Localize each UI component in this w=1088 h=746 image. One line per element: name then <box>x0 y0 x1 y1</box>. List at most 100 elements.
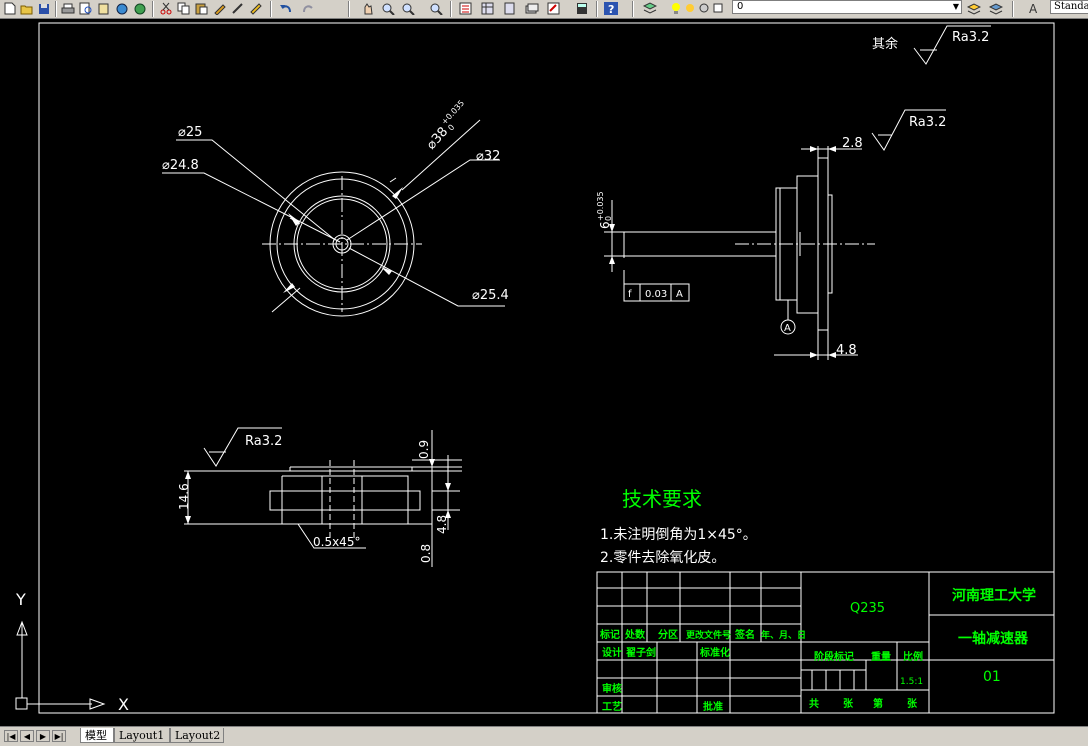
paste-icon[interactable] <box>194 1 210 16</box>
hdr-date: 年、月、日 <box>761 629 806 641</box>
tab-layout2-label: Layout2 <box>175 729 221 742</box>
hdr-zone: 分区 <box>658 628 678 641</box>
tech-requirements-title: 技术要求 <box>622 487 702 511</box>
fcf-value: 0.03 <box>645 289 667 300</box>
next-tab-icon[interactable]: ▶ <box>36 730 50 742</box>
publish-icon[interactable] <box>96 1 112 16</box>
design-label: 设计 <box>602 646 622 659</box>
approve-label: 批准 <box>703 700 723 713</box>
hdr-sign: 签名 <box>734 628 755 641</box>
pan-icon[interactable] <box>360 1 376 16</box>
dim-d38: ⌀38 <box>424 125 451 153</box>
svg-text:?: ? <box>608 3 614 15</box>
dim-2-8: 2.8 <box>842 136 863 151</box>
sheets-total-label: 共 <box>809 697 819 710</box>
last-tab-icon[interactable]: ▶| <box>52 730 66 742</box>
title-university: 河南理工大学 <box>952 587 1036 604</box>
calculator-icon[interactable] <box>574 1 590 16</box>
dim-4-8-section: 4.8 <box>435 515 449 534</box>
standard-toolbar: ? 0 ▼ A Standard <box>0 0 1088 19</box>
save-icon[interactable] <box>36 1 52 16</box>
block-editor-icon[interactable] <box>230 1 246 16</box>
roughness-note-value: Ra3.2 <box>952 30 989 45</box>
dim-d6-tol-lower: 0 <box>604 216 613 221</box>
match-properties-icon[interactable] <box>212 1 228 16</box>
sheets-unit-label: 张 <box>843 697 854 710</box>
model-space-canvas[interactable]: 其余 Ra3.2 ⌀25 ⌀24.8 ⌀32 ⌀25.4 ⌀38 +0.035 … <box>0 19 1088 726</box>
new-icon[interactable] <box>2 1 18 16</box>
dim-d25: ⌀25 <box>178 125 202 140</box>
dim-d38-tol-upper: +0.035 <box>440 99 467 127</box>
text-style-icon[interactable]: A <box>1026 1 1042 16</box>
ucs-icon <box>15 620 106 710</box>
sheet-no-label: 第 <box>873 697 883 710</box>
layer-dropdown[interactable]: 0 ▼ <box>732 0 962 14</box>
layer-previous-icon[interactable] <box>966 1 982 16</box>
svg-text:A: A <box>1029 2 1038 15</box>
chamfer-dim: 0.5x45° <box>313 535 360 549</box>
markup-icon[interactable] <box>546 1 562 16</box>
section-roughness: Ra3.2 <box>245 434 282 449</box>
dim-d6: 6 <box>598 221 612 229</box>
dim-d24-8: ⌀24.8 <box>162 158 199 173</box>
review-label: 审核 <box>602 682 622 695</box>
layer-manager-icon[interactable] <box>642 1 658 16</box>
tab-layout2[interactable]: Layout2 <box>170 728 224 743</box>
block-editor-icon[interactable] <box>248 1 264 16</box>
help-icon[interactable]: ? <box>603 1 619 16</box>
zoom-previous-icon[interactable] <box>428 1 444 16</box>
sheet-set-icon[interactable] <box>524 1 540 16</box>
process-label: 工艺 <box>602 700 622 713</box>
dim-14-6: 14.6 <box>177 483 191 510</box>
dim-d38-tol-lower: 0 <box>446 123 456 133</box>
layer-states-icon[interactable] <box>988 1 1004 16</box>
tab-layout1-label: Layout1 <box>119 729 165 742</box>
title-drawing-no: 01 <box>983 669 1001 685</box>
tech-requirement-2: 2.零件去除氧化皮。 <box>600 550 725 566</box>
tab-layout1[interactable]: Layout1 <box>114 728 170 743</box>
drawing-sheet: 其余 Ra3.2 ⌀25 ⌀24.8 ⌀32 ⌀25.4 ⌀38 +0.035 … <box>15 22 1055 714</box>
fcf-symbol: f <box>628 289 632 300</box>
title-material: Q235 <box>850 601 885 616</box>
hdr-change-doc: 更改文件号 <box>686 629 731 641</box>
side-roughness: Ra3.2 <box>909 115 946 130</box>
dim-d32: ⌀32 <box>476 149 500 164</box>
preview-icon[interactable] <box>78 1 94 16</box>
3d-dwf-icon[interactable] <box>114 1 130 16</box>
open-icon[interactable] <box>19 1 35 16</box>
design-center-icon[interactable] <box>480 1 496 16</box>
text-style-value: Standard <box>1054 1 1088 12</box>
text-style-dropdown[interactable]: Standard <box>1050 0 1088 14</box>
tab-model[interactable]: 模型 <box>80 728 114 743</box>
standardization-label: 标准化 <box>699 646 730 659</box>
datum-a-label: A <box>784 323 791 334</box>
plot-icon[interactable] <box>60 1 76 16</box>
cut-icon[interactable] <box>158 1 174 16</box>
prev-tab-icon[interactable]: ◀ <box>20 730 34 742</box>
hdr-mark: 标记 <box>599 628 620 641</box>
side-view <box>604 109 946 360</box>
copy-icon[interactable] <box>176 1 192 16</box>
tab-model-label: 模型 <box>85 729 107 742</box>
layer-color-icon[interactable] <box>710 1 726 16</box>
ucs-y-label: Y <box>15 590 26 609</box>
layer-dropdown-value: 0 <box>737 1 744 12</box>
zoom-window-icon[interactable] <box>400 1 416 16</box>
undo-icon[interactable] <box>278 1 294 16</box>
hdr-count: 处数 <box>624 628 646 641</box>
scale-label: 比例 <box>903 650 923 663</box>
chevron-down-icon: ▼ <box>952 2 959 11</box>
fcf-datum: A <box>676 289 683 300</box>
tool-palettes-icon[interactable] <box>502 1 518 16</box>
tech-requirement-1: 1.未注明倒角为1×45°。 <box>600 527 757 543</box>
zoom-realtime-icon[interactable] <box>380 1 396 16</box>
stage-mark-label: 阶段标记 <box>814 650 854 663</box>
scale-value: 1.5:1 <box>900 677 923 687</box>
dim-0-8: 0.8 <box>419 544 433 563</box>
properties-icon[interactable] <box>458 1 474 16</box>
dim-d25-4: ⌀25.4 <box>472 288 509 303</box>
redo-icon[interactable] <box>300 1 316 16</box>
3d-dwf-icon[interactable] <box>132 1 148 16</box>
sheet-unit-label: 张 <box>907 697 918 710</box>
first-tab-icon[interactable]: |◀ <box>4 730 18 742</box>
